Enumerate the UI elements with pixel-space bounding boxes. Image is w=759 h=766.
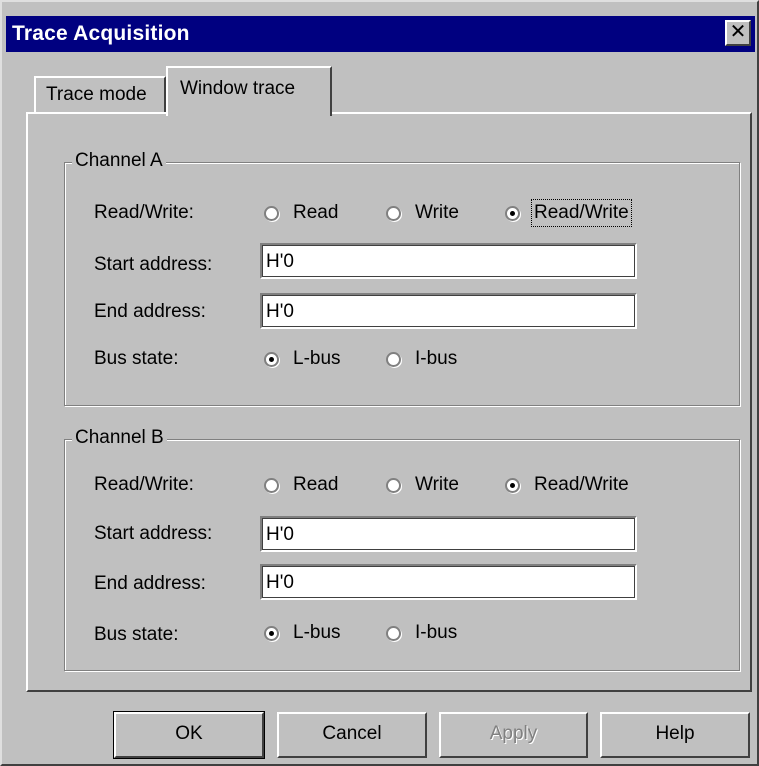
title-bar: Trace Acquisition ✕: [6, 16, 755, 52]
apply-button[interactable]: Apply: [439, 712, 588, 758]
trace-acquisition-dialog: Trace Acquisition ✕ Trace mode Window tr…: [0, 0, 759, 766]
window-title: Trace Acquisition: [12, 22, 190, 45]
window-trace-panel: [26, 112, 752, 692]
tab-window-trace[interactable]: Window trace: [166, 66, 332, 116]
tab-trace-mode-label: Trace mode: [46, 84, 147, 105]
cancel-button[interactable]: Cancel: [277, 712, 427, 758]
channel-a-legend: Channel A: [72, 150, 166, 172]
tab-trace-mode[interactable]: Trace mode: [34, 76, 166, 112]
ok-button[interactable]: OK: [113, 711, 265, 759]
active-tab-join: [168, 110, 330, 116]
tab-window-trace-label: Window trace: [180, 78, 296, 99]
help-button[interactable]: Help: [600, 712, 750, 758]
channel-b-legend: Channel B: [72, 427, 167, 449]
close-icon[interactable]: ✕: [725, 20, 751, 46]
